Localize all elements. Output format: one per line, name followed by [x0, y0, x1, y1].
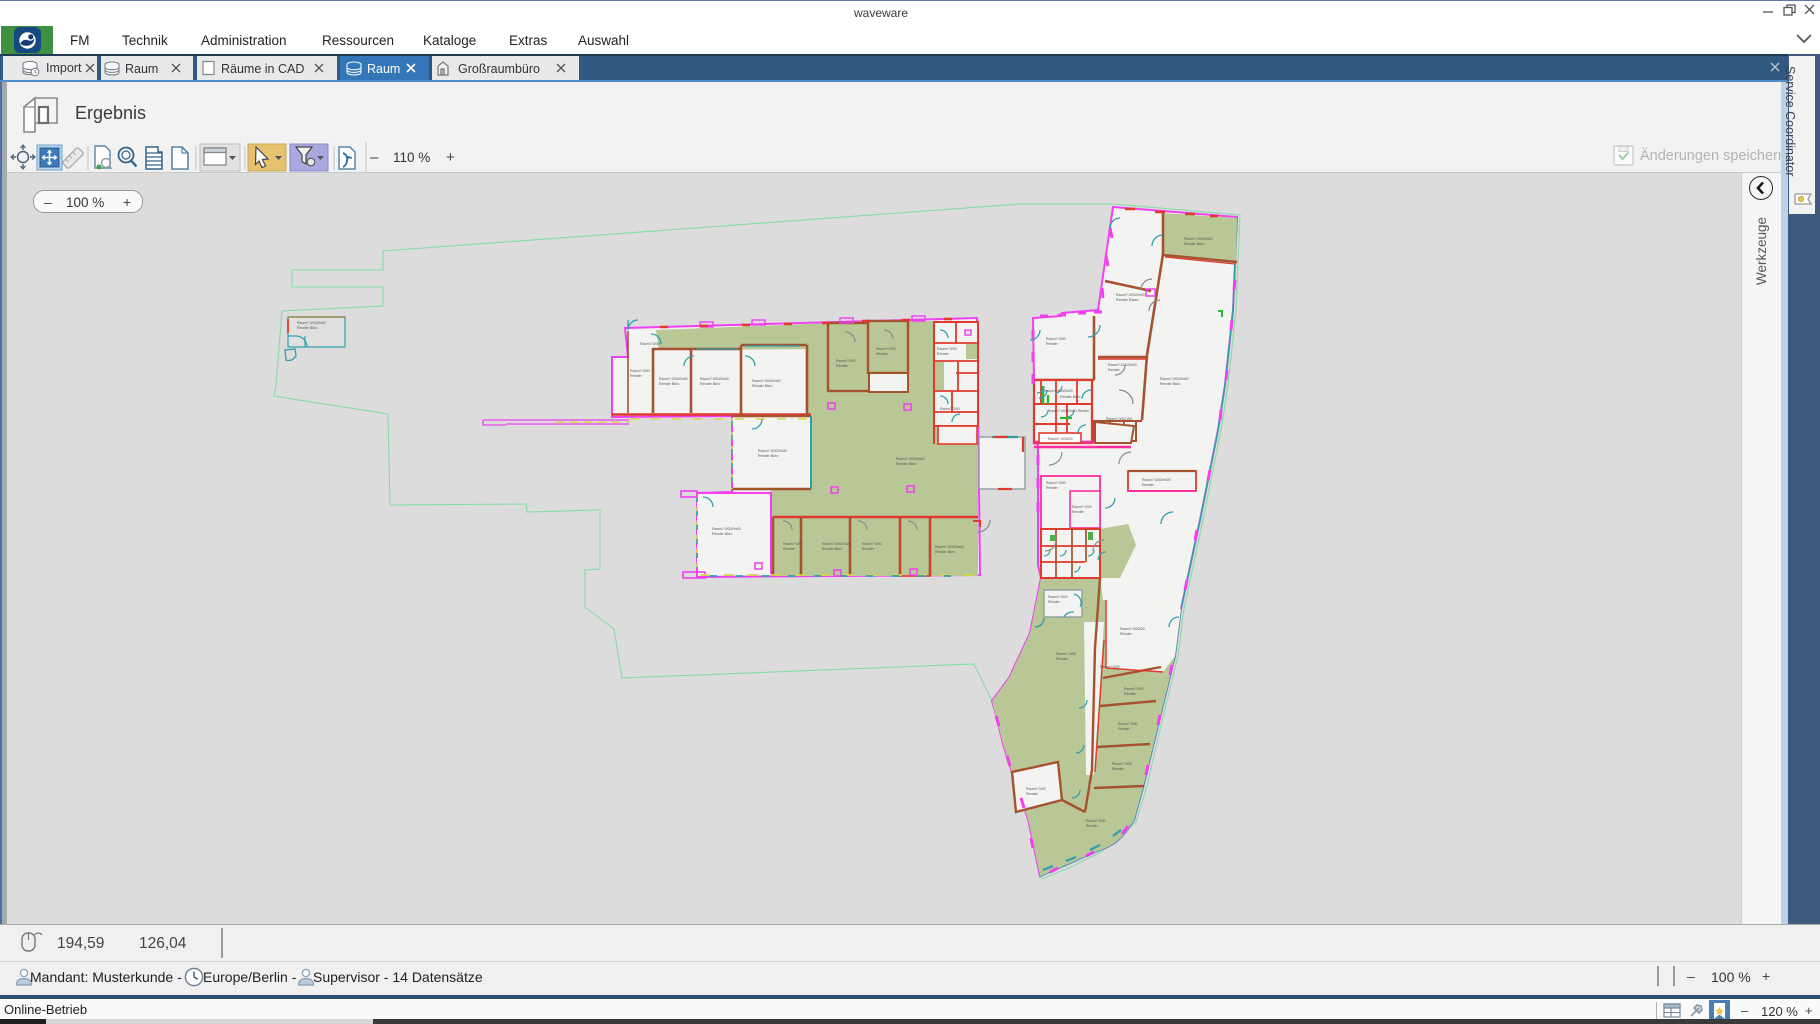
svg-text:Render Büro: Render Büro	[822, 547, 842, 551]
svg-text:Render: Render	[1118, 727, 1131, 731]
svg-text:Raum? 0/00/0n00: Raum? 0/00/0n00	[822, 542, 851, 546]
svg-text:Render Büro: Render Büro	[659, 382, 679, 386]
svg-text:Raum? 0/00: Raum? 0/00	[1046, 481, 1066, 485]
svg-text:Raum? 0/00: Raum? 0/00	[1056, 652, 1076, 656]
svg-text:Render: Render	[937, 352, 950, 356]
svg-text:Raum? 0/00/0n00: Raum? 0/00/0n00	[1184, 237, 1213, 241]
svg-text:Render Büro: Render Büro	[752, 384, 772, 388]
svg-text:Render: Render	[1086, 824, 1099, 828]
svg-text:Render: Render	[1124, 692, 1137, 696]
svg-text:Raum? 0/00: Raum? 0/00	[1100, 665, 1120, 669]
svg-text:Raum? 0/00/0n00: Raum? 0/00/0n00	[659, 377, 688, 381]
svg-text:Raum? 0/00/0n00: Raum? 0/00/0n00	[297, 321, 326, 325]
svg-text:Render: Render	[1112, 767, 1125, 771]
svg-text:Raum? 0/00/0n00: Raum? 0/00/0n00	[935, 545, 964, 549]
svg-text:Raum? 0/00: Raum? 0/00	[1072, 505, 1092, 509]
svg-text:Raum? 0/00: Raum? 0/00	[640, 342, 660, 346]
svg-text:Raum? 0/00/0n00: Raum? 0/00/0n00	[896, 457, 925, 461]
svg-text:Raum? 0/00: Raum? 0/00	[1026, 787, 1046, 791]
svg-text:Raum? 0/00: Raum? 0/00	[862, 542, 882, 546]
svg-text:Render: Render	[630, 374, 643, 378]
svg-text:Render Büro: Render Büro	[712, 532, 732, 536]
svg-text:Render: Render	[862, 547, 875, 551]
svg-text:Render Büro: Render Büro	[896, 462, 916, 466]
svg-text:Render Büro: Render Büro	[1060, 395, 1080, 399]
svg-text:Raum? 0/00: Raum? 0/00	[836, 359, 856, 363]
svg-text:Raum? 0/00/00: Raum? 0/00/00	[1120, 627, 1145, 631]
svg-text:Raum? 0/00: Raum? 0/00	[1124, 687, 1144, 691]
svg-text:Render Büro: Render Büro	[700, 382, 720, 386]
svg-text:Raum? 0/00: Raum? 0/00	[1048, 595, 1068, 599]
svg-text:Raum? 0/00/0n00: Raum? 0/00/0n00	[758, 449, 787, 453]
svg-text:Render Büro: Render Büro	[758, 454, 778, 458]
svg-text:Raum? 0/00: Raum? 0/00	[876, 347, 896, 351]
svg-text:Raum? 0/00/00: Raum? 0/00/00	[1048, 437, 1073, 441]
svg-text:Render: Render	[1108, 368, 1121, 372]
svg-text:Raum? 0/00/0n00: Raum? 0/00/0n00	[1142, 478, 1171, 482]
svg-text:Render: Render	[1048, 600, 1061, 604]
svg-text:Raum? 0/00: Raum? 0/00	[1046, 337, 1066, 341]
svg-text:Render: Render	[1142, 483, 1155, 487]
svg-text:Render: Render	[1072, 510, 1085, 514]
svg-text:Raum? 0/00/0n00 Render: Raum? 0/00/0n00 Render	[1048, 409, 1090, 413]
svg-text:Render: Render	[1026, 792, 1039, 796]
svg-text:Render Büro: Render Büro	[1184, 242, 1204, 246]
svg-text:Raum? 0/00/0n00: Raum? 0/00/0n00	[1116, 293, 1145, 297]
svg-text:Render: Render	[1120, 632, 1133, 636]
svg-text:Render: Render	[783, 547, 796, 551]
svg-text:Render: Render	[876, 352, 889, 356]
svg-text:Render: Render	[1046, 342, 1059, 346]
svg-text:Raum? 0/00/0n00: Raum? 0/00/0n00	[1044, 389, 1073, 393]
svg-text:Render: Render	[1046, 486, 1059, 490]
svg-text:Raum? 0/00/0n00: Raum? 0/00/0n00	[700, 377, 729, 381]
svg-text:Render: Render	[1056, 657, 1069, 661]
svg-text:Render Büro: Render Büro	[1160, 382, 1180, 386]
svg-text:Raum? 0/00: Raum? 0/00	[1086, 819, 1106, 823]
svg-text:Raum? 0/00: Raum? 0/00	[940, 407, 960, 411]
svg-text:Raum? 0/00: Raum? 0/00	[1112, 762, 1132, 766]
svg-text:Render Büro: Render Büro	[297, 326, 317, 330]
svg-text:Raum? 0/00: Raum? 0/00	[783, 542, 803, 546]
svg-text:Raum? 0/00/0n00: Raum? 0/00/0n00	[1160, 377, 1189, 381]
svg-text:Raum? 0/00 WC: Raum? 0/00 WC	[1106, 417, 1133, 421]
svg-text:Raum? 0/00: Raum? 0/00	[937, 347, 957, 351]
svg-text:Raum? 0/00/0n00: Raum? 0/00/0n00	[752, 379, 781, 383]
svg-text:Render Büro: Render Büro	[935, 550, 955, 554]
svg-text:Raum? 0/00: Raum? 0/00	[1118, 722, 1138, 726]
svg-text:Render Raum: Render Raum	[1116, 298, 1138, 302]
svg-text:Raum? 0/00/0n00: Raum? 0/00/0n00	[1108, 363, 1137, 367]
svg-text:Raum? 0/00/0n00: Raum? 0/00/0n00	[712, 527, 741, 531]
svg-text:Render: Render	[836, 364, 849, 368]
svg-text:Raum? 0/00: Raum? 0/00	[630, 369, 650, 373]
